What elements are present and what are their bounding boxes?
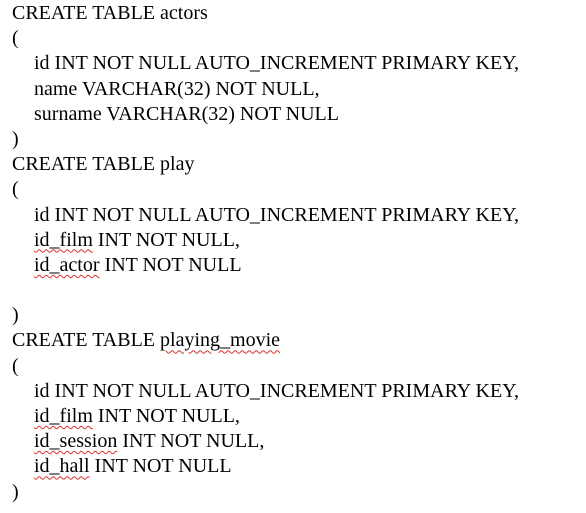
column-definition: id INT NOT NULL AUTO_INCREMENT PRIMARY K… bbox=[34, 203, 520, 226]
column-name: id_film bbox=[34, 228, 93, 251]
table-name: playing_movie bbox=[160, 329, 281, 352]
column-name: id_actor bbox=[34, 253, 100, 276]
create-table-keyword: CREATE TABLE bbox=[12, 153, 161, 176]
column-definition: id_hall INT NOT NULL bbox=[12, 454, 519, 479]
close-paren: ) bbox=[12, 127, 19, 150]
table-name: play bbox=[160, 153, 195, 176]
sql-document: CREATE TABLE actors ( id INT NOT NULL AU… bbox=[12, 1, 519, 505]
column-type: INT NOT NULL, bbox=[117, 430, 265, 453]
column-definition: id_film INT NOT NULL, bbox=[12, 228, 519, 253]
column-definition: id_film INT NOT NULL, bbox=[12, 404, 519, 429]
column-definition: id INT NOT NULL AUTO_INCREMENT PRIMARY K… bbox=[34, 379, 520, 402]
column-definition: id INT NOT NULL AUTO_INCREMENT PRIMARY K… bbox=[34, 52, 520, 75]
open-paren: ( bbox=[12, 27, 19, 50]
column-type: INT NOT NULL bbox=[99, 253, 242, 276]
column-name: id_hall bbox=[34, 455, 90, 478]
column-definition: id_actor INT NOT NULL bbox=[12, 253, 519, 278]
create-table-keyword: CREATE TABLE bbox=[12, 329, 161, 352]
create-table-actors-header: CREATE TABLE actors bbox=[12, 2, 208, 24]
open-paren: ( bbox=[12, 178, 19, 201]
close-paren: ) bbox=[12, 304, 19, 327]
open-paren: ( bbox=[12, 354, 19, 377]
create-table-playing-movie-header: CREATE TABLE playing_movie bbox=[12, 328, 519, 353]
column-type: INT NOT NULL, bbox=[92, 405, 240, 427]
column-type: INT NOT NULL bbox=[89, 455, 232, 478]
column-definition: id_session INT NOT NULL, bbox=[12, 429, 519, 454]
column-name: id_session bbox=[34, 430, 118, 453]
column-type: INT NOT NULL, bbox=[92, 228, 240, 251]
close-paren: ) bbox=[12, 480, 19, 503]
create-table-play-header: CREATE TABLE play bbox=[12, 152, 519, 177]
column-definition: surname VARCHAR(32) NOT NULL bbox=[34, 102, 339, 125]
column-definition: name VARCHAR(32) NOT NULL, bbox=[34, 77, 320, 100]
column-name: id_film bbox=[34, 405, 93, 427]
